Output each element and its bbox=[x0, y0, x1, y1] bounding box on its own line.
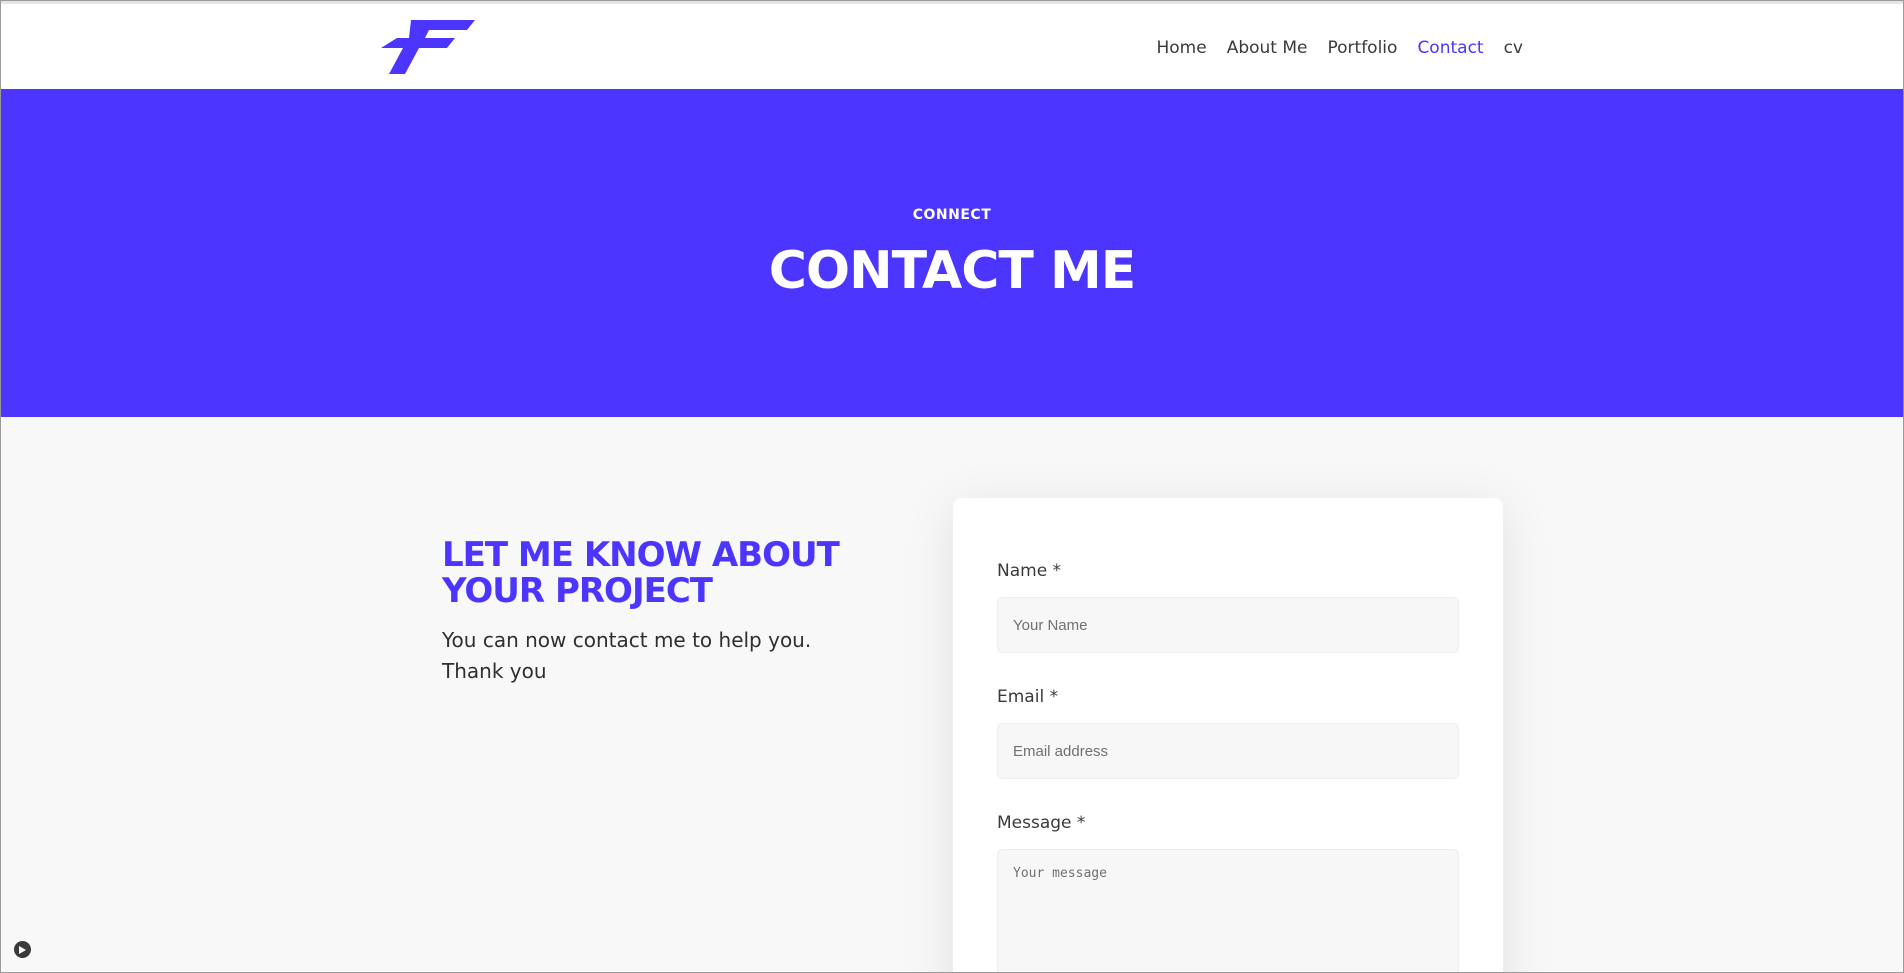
intro-line-2: Thank you bbox=[442, 659, 547, 683]
nav-about-me[interactable]: About Me bbox=[1227, 38, 1308, 58]
intro-heading: LET ME KNOW ABOUT YOUR PROJECT bbox=[442, 535, 840, 611]
hero-banner: CONNECT CONTACT ME bbox=[1, 89, 1903, 417]
play-triangle-icon bbox=[19, 945, 26, 954]
page: Home About Me Portfolio Contact cv CONNE… bbox=[0, 0, 1904, 973]
contact-form-card: Name * Email * Message * bbox=[953, 498, 1503, 972]
name-label: Name * bbox=[997, 561, 1062, 581]
intro-line-1: You can now contact me to help you. bbox=[442, 628, 812, 652]
main-nav: Home About Me Portfolio Contact cv bbox=[1157, 38, 1524, 58]
name-field[interactable] bbox=[997, 597, 1459, 653]
nav-home[interactable]: Home bbox=[1157, 38, 1207, 58]
nav-contact[interactable]: Contact bbox=[1417, 38, 1483, 58]
intro-text: You can now contact me to help you. Than… bbox=[442, 625, 842, 687]
play-icon[interactable] bbox=[14, 941, 31, 958]
hero-kicker: CONNECT bbox=[912, 207, 992, 223]
nav-portfolio[interactable]: Portfolio bbox=[1328, 38, 1398, 58]
email-label: Email * bbox=[997, 687, 1059, 707]
site-header: Home About Me Portfolio Contact cv bbox=[1, 4, 1903, 89]
message-label: Message * bbox=[997, 813, 1086, 833]
message-field[interactable] bbox=[997, 849, 1459, 972]
f-logo-icon[interactable] bbox=[381, 20, 475, 74]
email-field[interactable] bbox=[997, 723, 1459, 779]
nav-cv[interactable]: cv bbox=[1504, 38, 1523, 58]
page-title: CONTACT ME bbox=[768, 241, 1137, 301]
